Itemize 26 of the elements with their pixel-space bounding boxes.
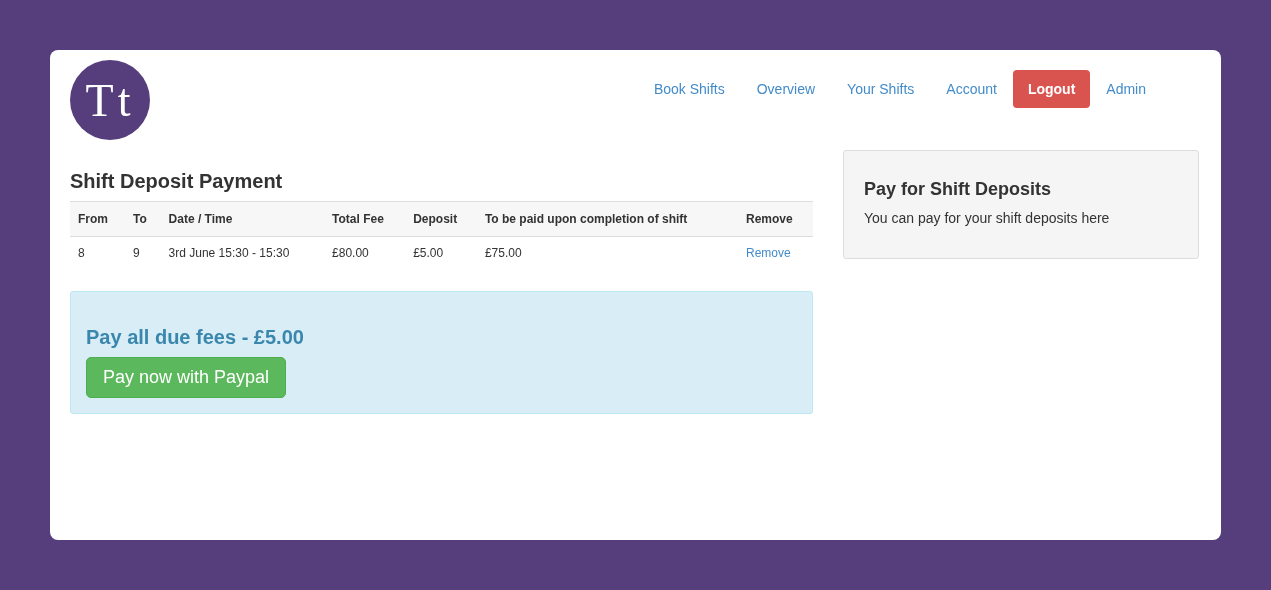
column-header: Deposit bbox=[405, 201, 477, 237]
panel-text: You can pay for your shift deposits here bbox=[864, 210, 1111, 226]
column-header: Remove bbox=[738, 201, 813, 237]
column-header: Total Fee bbox=[324, 201, 406, 237]
table-cell: £5.00 bbox=[405, 236, 477, 269]
remove-link[interactable]: Remove bbox=[746, 246, 791, 260]
column-header: To bbox=[125, 201, 161, 237]
panel-title: Pay for Shift Deposits bbox=[864, 179, 1053, 200]
payment-heading: Pay all due fees - £5.00 bbox=[86, 326, 305, 349]
nav-link[interactable]: Book Shifts bbox=[637, 71, 741, 107]
page-title: Shift Deposit Payment bbox=[70, 170, 284, 193]
nav-link[interactable]: Account bbox=[930, 71, 1013, 107]
paypal-button[interactable]: Pay now with Paypal bbox=[86, 357, 287, 398]
table-cell: 8 bbox=[70, 236, 125, 269]
nav-link[interactable]: Your Shifts bbox=[831, 71, 931, 107]
logo: Tt bbox=[70, 60, 150, 140]
nav-link[interactable]: Overview bbox=[740, 71, 832, 107]
table-cell: £80.00 bbox=[324, 236, 406, 269]
column-header: From bbox=[70, 201, 125, 237]
column-header: Date / Time bbox=[160, 201, 325, 237]
nav-link[interactable]: Admin bbox=[1090, 71, 1162, 107]
column-header: To be paid upon completion of shift bbox=[476, 201, 738, 237]
table-cell: £75.00 bbox=[476, 236, 738, 269]
table-cell: 9 bbox=[125, 236, 161, 269]
table-cell: 3rd June 15:30 - 15:30 bbox=[160, 236, 325, 269]
logout-button[interactable]: Logout bbox=[1012, 70, 1091, 108]
